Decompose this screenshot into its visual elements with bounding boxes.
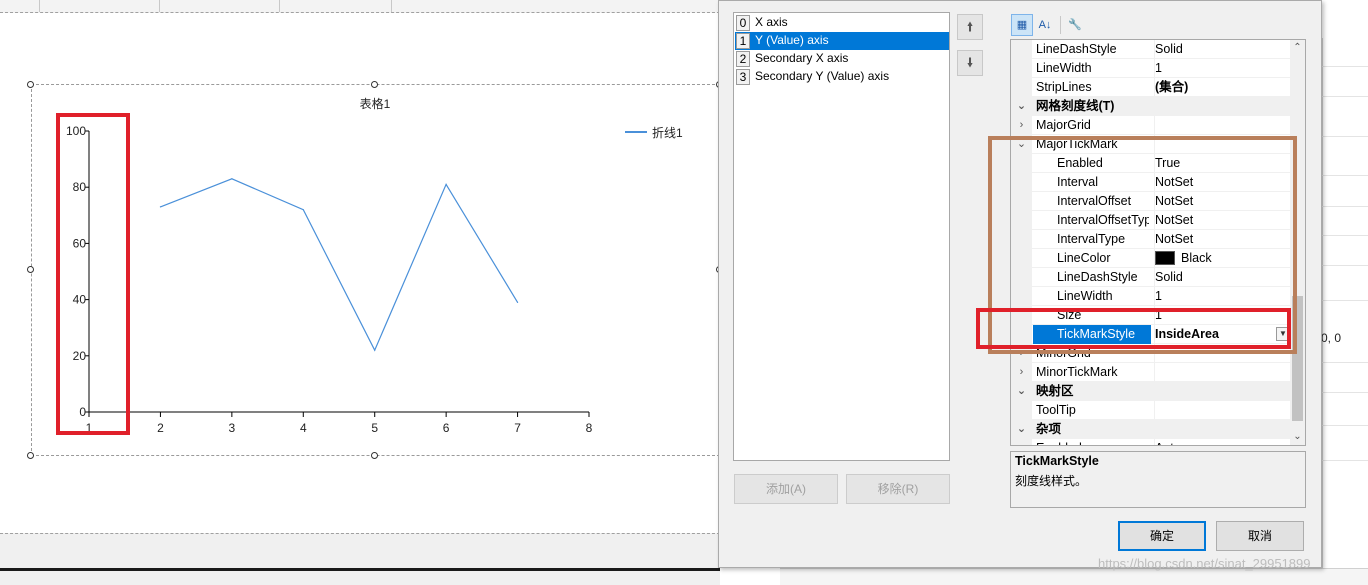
list-item[interactable]: 3 Secondary Y (Value) axis [735, 68, 949, 86]
property-value[interactable] [1154, 116, 1292, 135]
expanded-chevron-icon[interactable]: ⌄ [1011, 420, 1032, 439]
property-row[interactable]: ToolTip [1011, 401, 1292, 420]
list-item[interactable]: 2 Secondary X axis [735, 50, 949, 68]
property-grid-toolbar: ▦ A↓ 🔧 [1010, 12, 1130, 38]
property-category[interactable]: ⌄ 网格刻度线(T) [1011, 97, 1292, 116]
list-item[interactable]: 0 X axis [735, 14, 949, 32]
property-name: Enabled [1036, 439, 1151, 445]
arrow-down-icon: 🠛 [966, 55, 974, 70]
x-tick-label: 5 [371, 421, 378, 435]
scroll-up-icon[interactable]: ⌃ [1291, 42, 1304, 54]
data-point [231, 178, 233, 180]
property-name: MinorTickMark [1036, 365, 1118, 379]
property-value-text: 1 [1155, 61, 1162, 75]
property-category[interactable]: ⌄ 杂项 [1011, 420, 1292, 439]
property-value-text: Auto [1155, 441, 1181, 445]
collapsed-chevron-icon[interactable]: › [1011, 116, 1032, 135]
arrow-up-icon: 🠙 [966, 19, 974, 34]
annotation-highlight-y-axis [56, 113, 130, 435]
property-value-text: (集合) [1155, 80, 1189, 94]
property-value-text: Solid [1155, 42, 1183, 56]
cancel-button[interactable]: 取消 [1216, 521, 1304, 551]
property-name: 映射区 [1036, 384, 1074, 398]
move-down-button[interactable]: 🠛 [957, 50, 983, 76]
row-gutter [1011, 59, 1032, 78]
property-row[interactable]: Enabled Auto [1011, 439, 1292, 445]
property-value[interactable]: Auto [1154, 439, 1292, 445]
legend-label: 折线1 [652, 126, 683, 140]
description-title: TickMarkStyle [1015, 454, 1099, 468]
data-point [374, 349, 376, 351]
property-name: 杂项 [1036, 422, 1062, 436]
property-value[interactable]: (集合) [1154, 78, 1292, 97]
x-tick-label: 6 [443, 421, 450, 435]
data-point [302, 209, 304, 211]
remove-button[interactable]: 移除(R) [846, 474, 950, 504]
property-name: MajorGrid [1036, 118, 1091, 132]
x-tick-label: 2 [157, 421, 164, 435]
annotation-highlight-tickmarkstyle [976, 308, 1291, 349]
property-pages-icon[interactable]: 🔧 [1064, 14, 1086, 36]
background-properties-window [1322, 38, 1368, 585]
data-point [159, 206, 162, 208]
alphabetical-icon[interactable]: A↓ [1034, 14, 1056, 36]
ok-button[interactable]: 确定 [1118, 521, 1206, 551]
legend-swatch [625, 131, 647, 133]
property-row[interactable]: LineWidth 1 [1011, 59, 1292, 78]
property-value[interactable] [1154, 401, 1292, 420]
x-tick-label: 7 [514, 421, 521, 435]
property-row[interactable]: › MinorTickMark [1011, 363, 1292, 382]
categorized-icon[interactable]: ▦ [1011, 14, 1033, 36]
axis-members-list[interactable]: 0 X axis 1 Y (Value) axis 2 Secondary X … [733, 12, 950, 461]
series-line [160, 178, 519, 352]
designer-bottom-tray [0, 533, 720, 585]
expanded-chevron-icon[interactable]: ⌄ [1011, 382, 1032, 401]
property-name: StripLines [1036, 80, 1092, 94]
x-tick-label: 8 [586, 421, 593, 435]
property-value[interactable]: 1 [1154, 59, 1292, 78]
property-row[interactable]: StripLines (集合) [1011, 78, 1292, 97]
property-value[interactable]: Solid [1154, 40, 1292, 59]
description-text: 刻度线样式。 [1015, 474, 1088, 488]
add-button[interactable]: 添加(A) [734, 474, 838, 504]
collapsed-chevron-icon[interactable]: › [1011, 363, 1032, 382]
property-value[interactable] [1154, 363, 1292, 382]
watermark-text: https://blog.csdn.net/sinat_29951899 [1098, 556, 1311, 571]
row-gutter [1011, 40, 1032, 59]
row-gutter [1011, 401, 1032, 420]
row-gutter [1011, 78, 1032, 97]
property-category[interactable]: ⌄ 映射区 [1011, 382, 1292, 401]
move-up-button[interactable]: 🠙 [957, 14, 983, 40]
property-name: LineDashStyle [1036, 42, 1117, 56]
property-name: ToolTip [1036, 403, 1076, 417]
data-point [516, 301, 519, 304]
property-name: LineWidth [1036, 61, 1092, 75]
scroll-down-icon[interactable]: ⌄ [1291, 431, 1304, 443]
window-bottom-border [0, 568, 720, 571]
row-gutter [1011, 439, 1032, 445]
data-point [445, 183, 447, 185]
property-row[interactable]: LineDashStyle Solid [1011, 40, 1292, 59]
list-item-selected[interactable]: 1 Y (Value) axis [735, 32, 949, 50]
property-name: 网格刻度线(T) [1036, 99, 1115, 113]
expanded-chevron-icon[interactable]: ⌄ [1011, 97, 1032, 116]
x-tick-label: 3 [229, 421, 236, 435]
x-tick-label: 4 [300, 421, 307, 435]
background-value-text: 0, 0 [1321, 331, 1342, 345]
property-row[interactable]: › MajorGrid [1011, 116, 1292, 135]
